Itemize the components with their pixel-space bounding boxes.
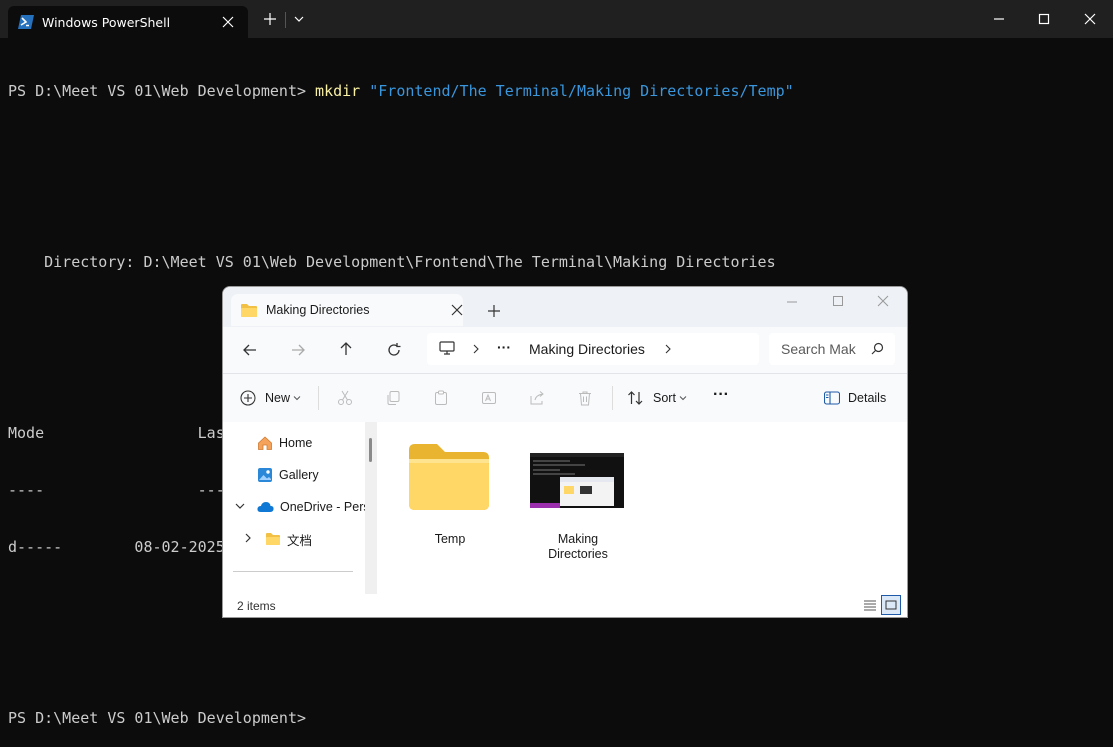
file-item-making-directories[interactable]: Making Directories [530, 440, 626, 561]
folder-icon [266, 533, 280, 545]
prompt-text: PS D:\Meet VS 01\Web Development> [8, 82, 316, 100]
up-arrow-icon[interactable] [338, 341, 354, 357]
chevron-down-icon[interactable] [679, 394, 687, 402]
address-bar[interactable]: ··· Making Directories [427, 333, 759, 365]
details-pane-icon[interactable] [824, 391, 840, 405]
search-placeholder: Search Mak [781, 341, 856, 357]
explorer-tab-title: Making Directories [266, 303, 370, 317]
chevron-down-icon[interactable] [235, 501, 245, 511]
scrollbar-thumb[interactable] [369, 438, 372, 462]
cloud-icon [257, 502, 274, 512]
cut-icon[interactable] [337, 390, 353, 406]
close-tab-icon[interactable] [220, 14, 236, 30]
command-name: mkdir [315, 82, 361, 100]
current-prompt: PS D:\Meet VS 01\Web Development> [8, 709, 307, 727]
computer-icon [439, 341, 455, 355]
item-name-line1: Making [557, 532, 599, 546]
file-explorer-window: Making Directories ··· Making Directorie… [222, 286, 908, 618]
tab-divider [285, 12, 286, 28]
search-box[interactable]: Search Mak [769, 333, 895, 365]
sidebar-item-onedrive[interactable]: OneDrive - Perso [257, 495, 365, 519]
folder-icon [241, 304, 257, 317]
sidebar-item-home[interactable]: Home [257, 431, 312, 455]
toolbar-divider [318, 386, 319, 410]
details-button[interactable]: Details [848, 391, 886, 405]
home-icon [258, 436, 272, 450]
gallery-icon [258, 468, 272, 482]
address-row: ··· Making Directories Search Mak [223, 327, 907, 373]
toolbar-divider [612, 386, 613, 410]
search-icon[interactable] [871, 342, 884, 355]
sidebar-item-label: Gallery [279, 468, 319, 482]
minimize-icon[interactable] [785, 295, 799, 309]
refresh-icon[interactable] [386, 342, 402, 358]
rename-icon[interactable] [481, 390, 497, 406]
minimize-icon[interactable] [990, 10, 1008, 28]
command-argument: "Frontend/The Terminal/Making Directorie… [369, 82, 794, 100]
back-arrow-icon[interactable] [242, 342, 258, 358]
new-tab-icon[interactable] [487, 304, 501, 318]
item-name: Temp [434, 532, 466, 546]
chevron-down-icon[interactable] [290, 10, 308, 28]
file-list: Temp Making Directories [377, 422, 907, 592]
thumbnail-image [530, 453, 624, 508]
terminal-tab-title: Windows PowerShell [42, 15, 171, 30]
explorer-tab[interactable]: Making Directories [231, 294, 463, 326]
large-icons-view-button[interactable] [881, 595, 901, 615]
sort-button[interactable]: Sort [653, 391, 676, 405]
navigation-pane: Home Gallery OneDrive - Perso [223, 422, 373, 592]
chevron-down-icon[interactable] [293, 394, 301, 402]
chevron-right-icon[interactable] [243, 533, 253, 543]
item-count: 2 items [237, 599, 276, 613]
terminal-titlebar: Windows PowerShell [0, 0, 1113, 38]
delete-icon[interactable] [577, 390, 593, 406]
sidebar-divider [233, 571, 353, 572]
share-icon[interactable] [529, 390, 545, 406]
chevron-right-icon[interactable] [663, 344, 673, 354]
command-bar: New Sort ··· Details [223, 373, 907, 423]
terminal-tab[interactable]: Windows PowerShell [8, 6, 248, 38]
new-tab-icon[interactable] [261, 10, 279, 28]
sidebar-item-documents[interactable]: 文档 [265, 527, 312, 551]
directory-line: Directory: D:\Meet VS 01\Web Development… [8, 253, 776, 271]
folder-icon [409, 444, 489, 510]
paste-icon[interactable] [433, 390, 449, 406]
command-line: PS D:\Meet VS 01\Web Development> mkdir … [8, 82, 1108, 101]
more-options-button[interactable]: ··· [713, 386, 729, 404]
sort-icon[interactable] [627, 390, 644, 406]
sidebar-scrollbar[interactable] [365, 422, 377, 594]
close-window-icon[interactable] [1081, 10, 1099, 28]
sidebar-item-label: 文档 [287, 533, 313, 548]
breadcrumb-current[interactable]: Making Directories [529, 341, 645, 357]
new-button[interactable]: New [265, 391, 290, 405]
maximize-icon[interactable] [831, 294, 845, 308]
sidebar-item-label: Home [279, 436, 313, 450]
powershell-icon [18, 15, 34, 29]
close-tab-icon[interactable] [451, 304, 463, 316]
item-name-line2: Directories [548, 547, 608, 561]
breadcrumb-ellipsis[interactable]: ··· [497, 339, 511, 355]
close-window-icon[interactable] [876, 294, 890, 308]
chevron-right-icon[interactable] [471, 344, 481, 354]
maximize-icon[interactable] [1035, 10, 1053, 28]
forward-arrow-icon[interactable] [290, 342, 306, 358]
tiles-view-icon [885, 600, 897, 610]
add-circle-icon[interactable] [240, 390, 256, 406]
copy-icon[interactable] [385, 390, 401, 406]
folder-item-temp[interactable]: Temp [405, 440, 495, 555]
sidebar-item-gallery[interactable]: Gallery [257, 463, 319, 487]
details-view-icon[interactable] [862, 597, 878, 613]
sidebar-item-label: OneDrive - Perso [280, 500, 365, 514]
